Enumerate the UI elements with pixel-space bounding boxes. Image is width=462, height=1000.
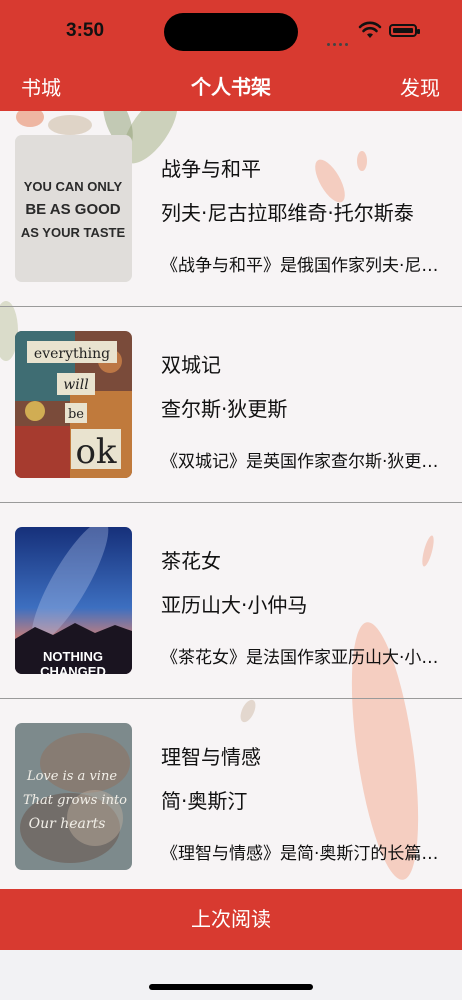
home-indicator[interactable] xyxy=(149,984,313,990)
page-title: 个人书架 xyxy=(191,75,271,99)
wifi-icon xyxy=(358,21,382,38)
discover-button[interactable]: 发现 xyxy=(400,72,440,101)
book-row[interactable]: Love is a vine That grows into Our heart… xyxy=(0,699,462,889)
book-author: 亚历山大·小仲马 xyxy=(161,593,308,617)
status-time: 3:50 xyxy=(66,20,105,41)
book-cover-image: Love is a vine That grows into Our heart… xyxy=(15,723,132,870)
book-cover-image: NOTHING CHANGED xyxy=(15,527,132,674)
book-row[interactable]: everything will be ok 双城记 查尔斯·狄更斯 《双城记》是… xyxy=(0,307,462,503)
book-author: 列夫·尼古拉耶维奇·托尔斯泰 xyxy=(161,201,414,225)
cover-text: AS YOUR TASTE xyxy=(21,225,126,240)
cover-text: everything xyxy=(34,346,110,362)
battery-icon xyxy=(389,24,420,37)
book-cover-image: YOU CAN ONLY BE AS GOOD AS YOUR TASTE xyxy=(15,135,132,282)
status-bar: 3:50 xyxy=(0,0,462,64)
bookshelf-list[interactable]: YOU CAN ONLY BE AS GOOD AS YOUR TASTE 战争… xyxy=(0,111,462,889)
book-title: 茶花女 xyxy=(161,549,221,573)
cover-text: BE AS GOOD xyxy=(25,201,120,218)
book-description: 《战争与和平》是俄国作家列夫·尼古拉耶维奇·托尔斯泰创作的长篇小说 xyxy=(161,256,444,276)
last-read-button[interactable]: 上次阅读 xyxy=(0,889,462,950)
book-title: 战争与和平 xyxy=(161,157,261,181)
book-author: 查尔斯·狄更斯 xyxy=(161,397,288,421)
cellular-signal-icon xyxy=(327,31,351,50)
book-title: 理智与情感 xyxy=(161,745,261,769)
cover-text: NOTHING xyxy=(43,649,103,664)
cover-text: CHANGED xyxy=(40,664,106,674)
cover-text: YOU CAN ONLY xyxy=(24,179,123,194)
cover-text: Love is a vine xyxy=(26,769,117,784)
book-row[interactable]: NOTHING CHANGED 茶花女 亚历山大·小仲马 《茶花女》是法国作家亚… xyxy=(0,503,462,699)
book-cover-image: everything will be ok xyxy=(15,331,132,478)
cover-text: That grows into xyxy=(23,793,127,808)
book-row[interactable]: YOU CAN ONLY BE AS GOOD AS YOUR TASTE 战争… xyxy=(0,111,462,307)
cover-text: Our hearts xyxy=(29,816,106,832)
book-description: 《茶花女》是法国作家亚历山大·小仲马创作的长篇小说 xyxy=(161,648,444,668)
cover-text: ok xyxy=(75,432,116,472)
cover-text: will xyxy=(63,377,88,393)
book-description: 《理智与情感》是简·奥斯汀的长篇小说 xyxy=(161,844,444,864)
camera-notch xyxy=(164,13,298,51)
navigation-bar: 书城 个人书架 发现 xyxy=(0,64,462,111)
book-author: 简·奥斯汀 xyxy=(161,789,248,813)
book-description: 《双城记》是英国作家查尔斯·狄更斯创作的长篇小说 xyxy=(161,452,444,472)
book-title: 双城记 xyxy=(161,353,221,377)
home-indicator-area xyxy=(0,950,462,1000)
cover-text: be xyxy=(68,407,84,422)
